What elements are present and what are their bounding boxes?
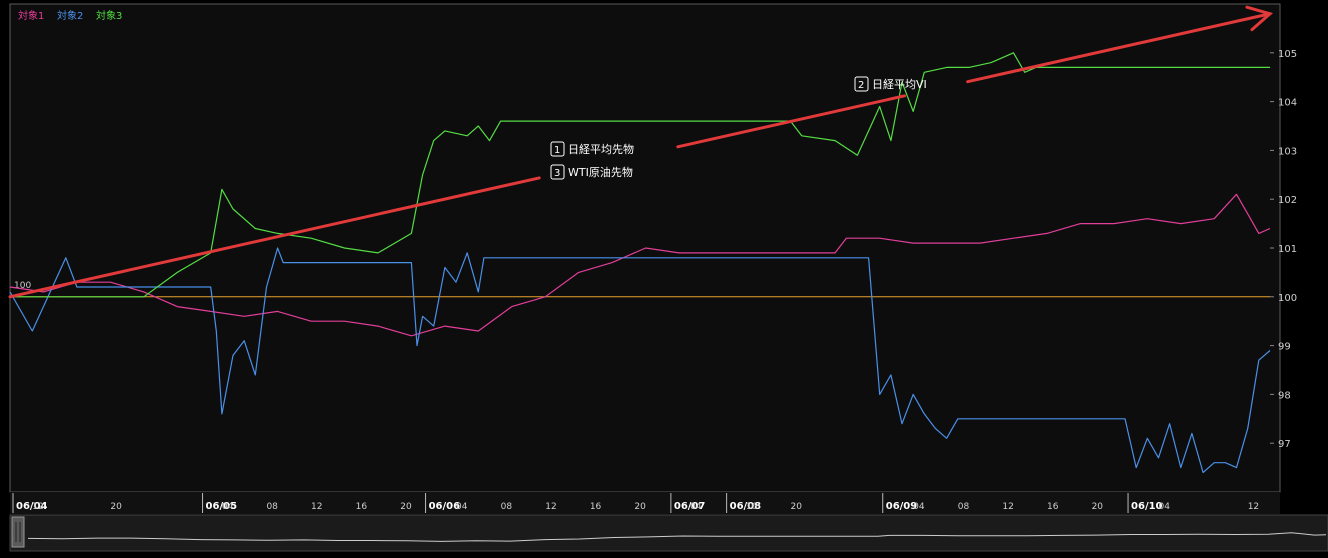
x-hour-label: 12 <box>1248 502 1259 512</box>
x-hour-label: 16 <box>1047 502 1059 512</box>
legend-item-3: 対象3 <box>96 9 122 22</box>
legend[interactable]: 対象1 対象2 対象3 <box>18 9 122 22</box>
x-hour-label: 16 <box>590 502 602 512</box>
x-hour-label: 20 <box>791 502 803 512</box>
x-hour-label: 04 <box>690 502 702 512</box>
x-hour-label: 08 <box>266 502 278 512</box>
chart-svg: 対象1 対象2 対象3 100 979899100101102103104105 0… <box>0 0 1328 554</box>
series-annotation-label: 日経平均VI <box>872 78 927 91</box>
series-annotation-label: 日経平均先物 <box>568 142 634 156</box>
y-tick-label: 100 <box>1278 293 1297 304</box>
x-hour-label: 12 <box>311 502 322 512</box>
y-tick-label: 99 <box>1278 342 1291 353</box>
x-hour-label: 04 <box>222 502 234 512</box>
x-hour-label: 12 <box>1002 502 1013 512</box>
legend-item-1: 対象1 <box>18 9 44 22</box>
x-hour-label: 20 <box>110 502 122 512</box>
x-hour-label: 12 <box>545 502 556 512</box>
x-axis: 06/04 06/05 06/06 06/07 06/08 06/09 06/1012 20 0… <box>10 492 1280 514</box>
x-hour-label: 16 <box>746 502 758 512</box>
x-hour-label: 20 <box>400 502 412 512</box>
y-tick-label: 101 <box>1278 244 1297 255</box>
navigator[interactable] <box>9 514 1328 552</box>
y-tick-label: 104 <box>1278 98 1297 109</box>
series-badge-number: 1 <box>554 145 560 156</box>
x-hour-label: 16 <box>356 502 368 512</box>
y-tick-label: 103 <box>1278 146 1297 157</box>
series-badge-number: 2 <box>858 80 864 91</box>
x-hour-label: 04 <box>456 502 468 512</box>
x-hour-label: 04 <box>913 502 925 512</box>
legend-item-2: 対象2 <box>57 9 83 22</box>
navigator-track[interactable] <box>9 514 1328 552</box>
y-tick-label: 102 <box>1278 195 1297 206</box>
y-tick-label: 98 <box>1278 390 1291 401</box>
x-hour-label: 12 <box>32 502 43 512</box>
y-tick-label: 105 <box>1278 49 1297 60</box>
chart-area: 対象1 対象2 対象3 100 97 98 99 100 101 102 103 104 105 0… <box>0 0 1328 554</box>
navigator-left-handle[interactable] <box>11 516 25 548</box>
x-hour-label: 08 <box>958 502 970 512</box>
x-hour-label: 04 <box>1158 502 1170 512</box>
x-hour-label: 20 <box>1092 502 1104 512</box>
series-annotation-label: WTI原油先物 <box>568 165 633 179</box>
y-tick-label: 97 <box>1278 439 1291 450</box>
series-badge-number: 3 <box>554 168 560 179</box>
x-hour-label: 08 <box>501 502 513 512</box>
x-hour-label: 20 <box>634 502 646 512</box>
